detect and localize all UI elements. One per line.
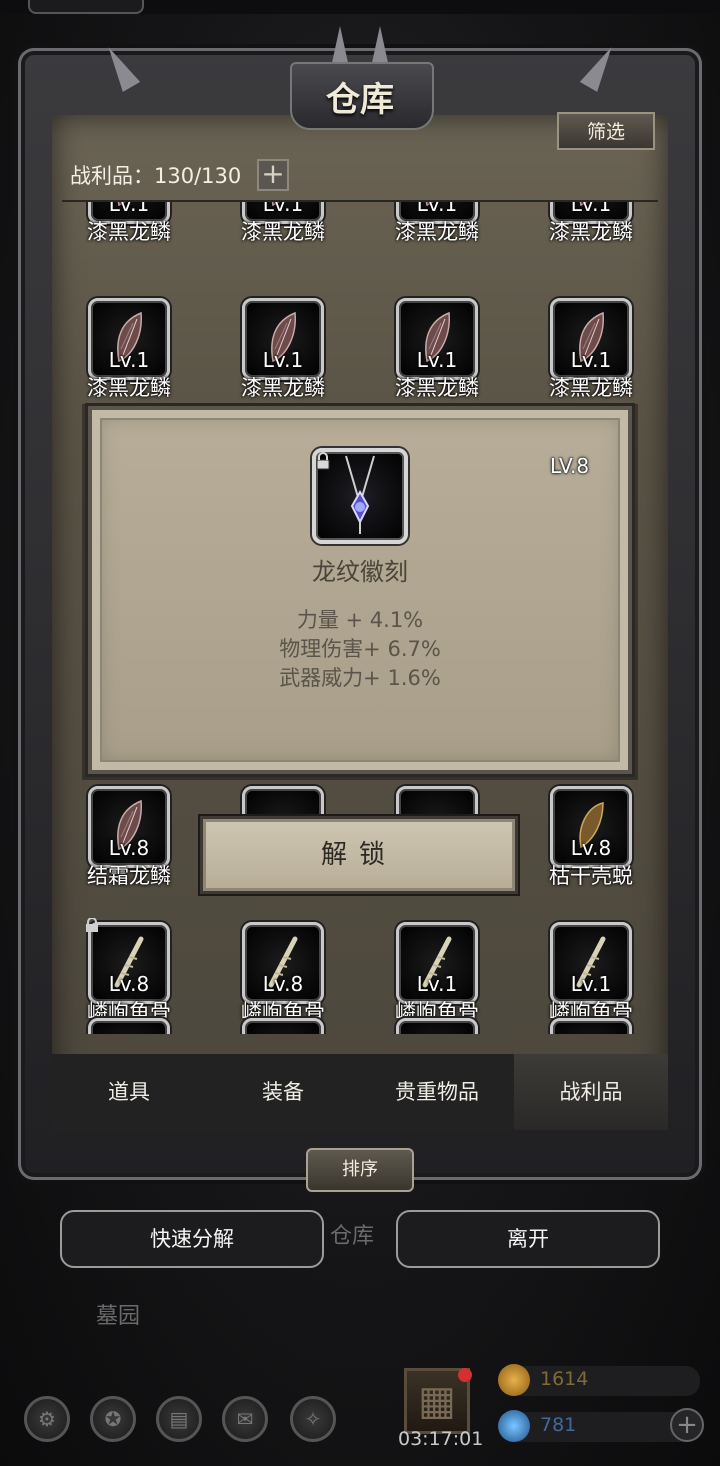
item-slot-partial[interactable]: [370, 1018, 504, 1034]
item-slot[interactable]: Lv.8 枯干壳蜕: [524, 786, 658, 920]
item-slot[interactable]: Lv.1 漆黑龙鳞: [62, 202, 196, 276]
item-level: Lv.8: [570, 836, 612, 860]
item-frame: [242, 1018, 324, 1034]
item-level: Lv.8: [108, 972, 150, 996]
item-slot[interactable]: Lv.8 结霜龙鳞: [62, 786, 196, 920]
item-name: 结霜龙鳞: [87, 864, 171, 888]
item-slot[interactable]: Lv.1 漆黑龙鳞: [370, 202, 504, 276]
item-name: 漆黑龙鳞: [87, 220, 171, 244]
item-level: Lv.1: [570, 972, 612, 996]
item-level: Lv.8: [108, 836, 150, 860]
item-name: 漆黑龙鳞: [549, 376, 633, 400]
add-currency-button[interactable]: +: [670, 1408, 704, 1442]
item-frame: [88, 1018, 170, 1034]
gem-amount: 781: [540, 1414, 577, 1436]
item-frame: [396, 1018, 478, 1034]
item-level: Lv.1: [262, 348, 304, 372]
emblem-icon[interactable]: ✪: [90, 1396, 136, 1442]
capacity-label: 战利品：130/130: [70, 164, 242, 188]
item-name: 漆黑龙鳞: [395, 220, 479, 244]
item-slot-partial[interactable]: [524, 1018, 658, 1034]
popup-stat: 武器威力+ 1.6%: [279, 666, 441, 690]
item-name: 枯干壳蜕: [549, 864, 633, 888]
gem-icon: [498, 1410, 530, 1442]
filter-button[interactable]: 筛选: [557, 112, 655, 150]
sort-button[interactable]: 排序: [306, 1148, 414, 1192]
lock-icon: [316, 452, 330, 470]
mail-icon[interactable]: ✉: [222, 1396, 268, 1442]
item-level: Lv.1: [416, 348, 458, 372]
tab-valuables[interactable]: 贵重物品: [360, 1054, 514, 1130]
item-name: 漆黑龙鳞: [549, 220, 633, 244]
tab-equipment[interactable]: 装备: [206, 1054, 360, 1130]
popup-level: LV.8: [550, 454, 590, 478]
item-level: Lv.1: [416, 202, 458, 216]
popup-item-name: 龙纹徽刻: [312, 558, 408, 586]
item-slot[interactable]: Lv.1 漆黑龙鳞: [524, 202, 658, 276]
category-tabs: 道具 装备 贵重物品 战利品: [52, 1054, 668, 1130]
item-level: Lv.1: [262, 202, 304, 216]
book-icon[interactable]: ▤: [156, 1396, 202, 1442]
quick-decompose-button[interactable]: 快速分解: [60, 1210, 324, 1268]
tab-props[interactable]: 道具: [52, 1054, 206, 1130]
lock-icon: [86, 918, 98, 932]
item-level: Lv.1: [416, 972, 458, 996]
window-title: 仓库: [326, 80, 394, 120]
item-level: Lv.8: [262, 972, 304, 996]
top-status-bar: [0, 0, 720, 14]
item-frame: [550, 1018, 632, 1034]
background-warehouse-label: 仓库: [330, 1224, 375, 1249]
gold-coin-icon: [498, 1364, 530, 1396]
map-icon[interactable]: ✧: [290, 1396, 336, 1442]
notification-dot: [458, 1368, 472, 1382]
popup-stat: 力量 + 4.1%: [296, 608, 424, 632]
item-level: Lv.1: [108, 202, 150, 216]
popup-stat: 物理伤害+ 6.7%: [279, 637, 441, 661]
item-level: Lv.1: [108, 348, 150, 372]
item-slot-partial[interactable]: [216, 1018, 350, 1034]
settings-gear-icon[interactable]: ⚙: [24, 1396, 70, 1442]
tab-loot[interactable]: 战利品: [514, 1054, 668, 1130]
leave-button[interactable]: 离开: [396, 1210, 660, 1268]
item-name: 漆黑龙鳞: [241, 220, 325, 244]
background-graveyard-label: 墓园: [96, 1304, 141, 1329]
event-timer: 03:17:01: [398, 1428, 484, 1450]
item-slot[interactable]: Lv.1 漆黑龙鳞: [216, 202, 350, 276]
add-capacity-button[interactable]: +: [257, 159, 289, 191]
gold-amount: 1614: [540, 1368, 589, 1390]
item-name: 漆黑龙鳞: [395, 376, 479, 400]
item-slot-partial[interactable]: [62, 1018, 196, 1034]
item-name: 漆黑龙鳞: [87, 376, 171, 400]
top-status-pill: [28, 0, 144, 14]
item-level: Lv.1: [570, 202, 612, 216]
gold-bar: [500, 1366, 700, 1396]
item-name: 漆黑龙鳞: [241, 376, 325, 400]
item-level: Lv.1: [570, 348, 612, 372]
unlock-button[interactable]: 解锁: [200, 816, 518, 894]
